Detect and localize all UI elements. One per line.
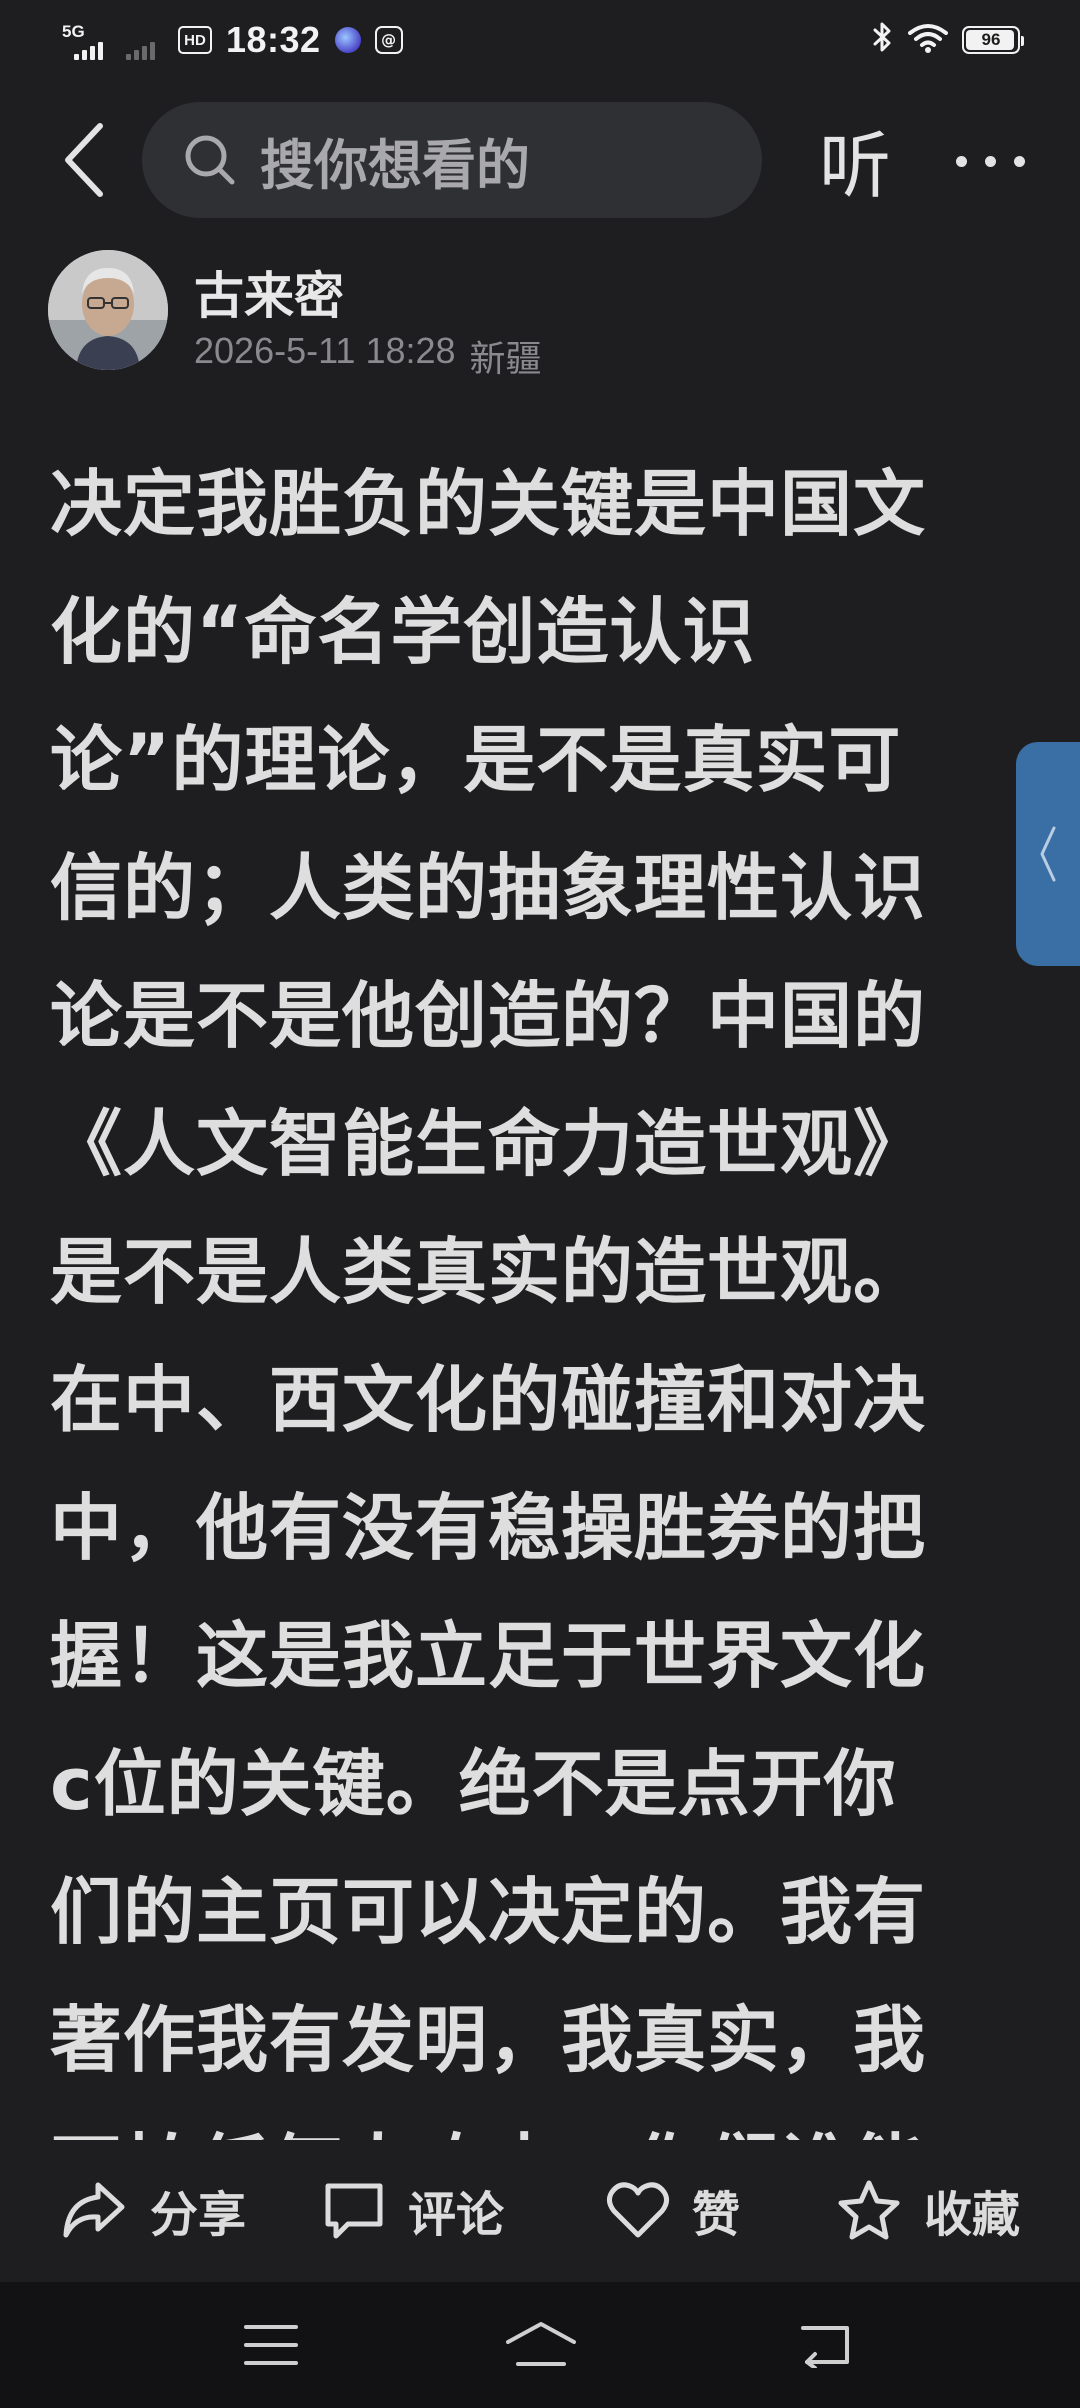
like-label: 赞 [692,2187,741,2243]
search-placeholder: 搜你想看的 [260,133,530,197]
post-text-line: 在中、西文化的碰撞和对决 [50,1358,927,1442]
status-left: 5G HD 18:32 @ [60,14,403,66]
author-name[interactable]: 古来密 [194,256,344,328]
hd-voice-icon: HD [178,26,212,54]
share-label: 分享 [150,2187,247,2243]
back-nav-button[interactable] [780,2310,870,2380]
search-bar[interactable]: 搜你想看的 [142,102,762,218]
action-bar: 分享 评论 赞 收藏 [0,2140,1080,2280]
like-button[interactable]: 赞 [606,2170,740,2250]
post-text-line: 化的“命名学创造认识 [50,590,756,674]
secondary-signal-icon [124,20,164,60]
post-content[interactable]: 决定我胜负的关键是中国文 化的“命名学创造认识论”的理论，是不是真实可 信的；人类的… [0,420,1080,2140]
top-header: 搜你想看的 听 [0,96,1080,224]
listen-button[interactable]: 听 [810,114,900,208]
post-text-line: 《人文智能生命力造世观》 [50,1102,927,1186]
star-icon [838,2180,900,2240]
more-dot-icon [984,155,996,167]
battery-icon: 96 [962,26,1024,54]
status-bar: 5G HD 18:32 @ 96 [0,0,1080,80]
back-button[interactable] [44,120,124,200]
post-text-line: 决定我胜负的关键是中国文 [50,462,927,546]
cellular-signal-icon: 5G [60,20,110,60]
more-dot-icon [955,155,967,167]
share-icon [63,2182,125,2238]
menu-button[interactable] [226,2310,316,2380]
home-button[interactable] [496,2310,586,2380]
post-text-line: 不怕任何人攻击。你们谁能 [50,2104,1030,2140]
bluetooth-icon [872,21,894,60]
search-icon [182,132,238,188]
status-right: 96 [872,14,1024,66]
post-text-line: 握！这是我立足于世界文化 [50,1614,927,1698]
author-info: 古来密 2026-5-11 18:28 新疆 [48,250,1048,380]
more-options-button[interactable] [940,126,1040,196]
heart-icon [606,2182,670,2238]
post-text: 决定我胜负的关键是中国文 化的“命名学创造认识论”的理论，是不是真实可 信的；人类的… [50,440,1030,2140]
chevron-left-icon [1040,826,1056,882]
post-text-line: 信的；人类的抽象理性认识 [50,846,927,930]
battery-level: 96 [981,30,1001,49]
menu-icon [244,2325,298,2365]
post-text-line: 著作我有发明，我真实，我 [50,1998,927,2082]
post-text-line: 论”的理论，是不是真实可 [50,718,902,802]
network-type: 5G [62,22,85,41]
post-text-line: 论是不是他创造的？中国的 [50,974,927,1058]
more-dot-icon [1013,155,1025,167]
home-icon [506,2322,576,2366]
avatar[interactable] [48,250,168,370]
comment-button[interactable]: 评论 [322,2170,504,2250]
return-icon [801,2326,849,2368]
post-text-line: 们的主页可以决定的。我有 [50,1870,927,1954]
share-button[interactable]: 分享 [60,2170,246,2250]
clock: 18:32 [226,19,321,60]
back-arrow-icon [65,123,103,197]
post-date: 2026-5-11 18:28 [194,330,456,371]
post-location: 新疆 [469,339,542,380]
system-nav-bar [0,2282,1080,2408]
favorite-label: 收藏 [924,2187,1021,2243]
post-text-line: 是不是人类真实的造世观。 [50,1230,927,1314]
comment-icon [325,2183,383,2239]
comment-label: 评论 [408,2187,505,2243]
side-panel-tab[interactable] [1016,742,1080,966]
email-notification-icon: @ [374,26,403,54]
favorite-button[interactable]: 收藏 [836,2170,1020,2250]
post-meta: 2026-5-11 18:28 新疆 [194,330,542,382]
app-notification-icon [334,27,361,53]
post-text-line: 中，他有没有稳操胜券的把 [50,1486,927,1570]
wifi-icon [908,22,948,58]
post-text-line: c位的关键。绝不是点开你 [50,1742,897,1826]
